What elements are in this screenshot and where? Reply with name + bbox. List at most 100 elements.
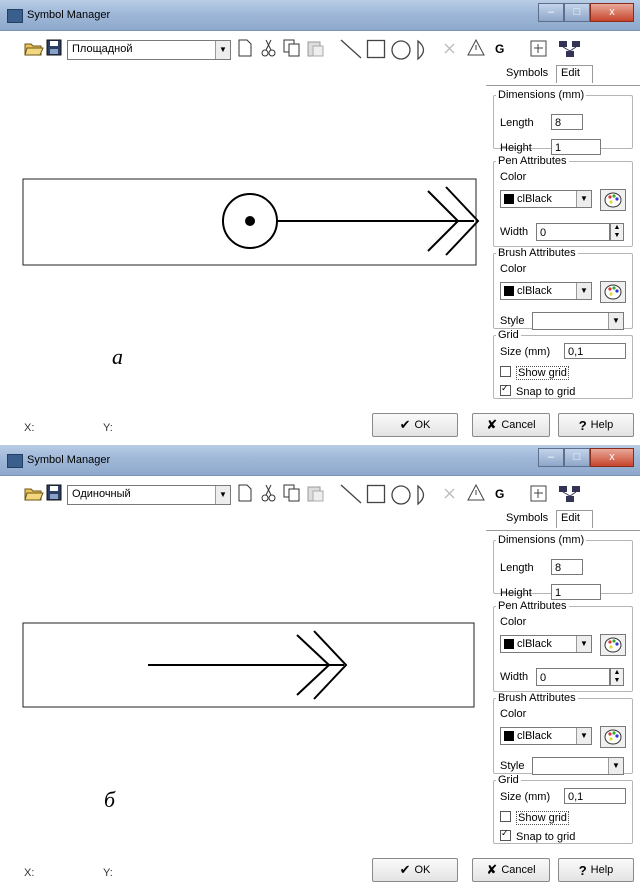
warning-triangle-icon[interactable] bbox=[467, 484, 485, 502]
height-label: Height bbox=[500, 587, 532, 599]
paste-icon[interactable] bbox=[306, 39, 324, 57]
brush-attributes-group: Brush Attributes Color clBlack ▼ Style ▼ bbox=[493, 247, 633, 330]
pen-color-select[interactable]: clBlack ▼ bbox=[500, 635, 592, 653]
brush-style-select[interactable]: ▼ bbox=[532, 757, 624, 775]
grid-size-label: Size (mm) bbox=[500, 346, 551, 358]
pen-attributes-group: Pen Attributes Color clBlack ▼ Width 0 ▲… bbox=[493, 600, 633, 692]
show-grid-box[interactable] bbox=[500, 811, 511, 822]
minimize-button[interactable]: – bbox=[538, 448, 564, 467]
pen-width-spinner[interactable]: ▲ ▼ bbox=[610, 668, 624, 686]
brush-color-value: clBlack bbox=[517, 730, 552, 742]
import-icon[interactable] bbox=[529, 39, 549, 59]
show-grid-box[interactable] bbox=[500, 366, 511, 377]
pen-width-label: Width bbox=[500, 226, 529, 238]
rectangle-tool-icon[interactable] bbox=[366, 39, 386, 59]
save-icon[interactable] bbox=[46, 484, 62, 502]
symbol-type-value: Площадной bbox=[72, 43, 133, 55]
chevron-down-icon[interactable]: ▼ bbox=[608, 758, 623, 774]
ellipse-tool-icon[interactable] bbox=[390, 39, 412, 61]
symbol-type-combo[interactable]: Одиночный ▼ bbox=[67, 485, 231, 505]
delete-icon[interactable] bbox=[443, 39, 457, 57]
chevron-down-icon[interactable]: ▼ bbox=[576, 283, 591, 299]
help-button[interactable]: ? Help bbox=[558, 413, 634, 437]
ok-button[interactable]: ✔ OK bbox=[372, 413, 458, 437]
brush-palette-button[interactable] bbox=[600, 281, 626, 303]
chevron-down-icon[interactable]: ▼ bbox=[576, 728, 591, 744]
close-button[interactable]: x bbox=[590, 3, 634, 22]
snap-to-grid-box[interactable] bbox=[500, 828, 511, 841]
pen-width-input[interactable]: 0 bbox=[536, 223, 610, 241]
grid-button[interactable]: G bbox=[495, 487, 504, 501]
pen-legend: Pen Attributes bbox=[498, 600, 567, 612]
pen-palette-button[interactable] bbox=[600, 189, 626, 211]
chevron-down-icon[interactable]: ▼ bbox=[608, 313, 623, 329]
tab-symbols[interactable]: Symbols bbox=[506, 67, 548, 79]
maximize-button[interactable]: □ bbox=[564, 3, 590, 22]
brush-color-select[interactable]: clBlack ▼ bbox=[500, 727, 592, 745]
snap-to-grid-checkbox[interactable]: Snap to grid bbox=[500, 383, 575, 398]
warning-triangle-icon[interactable] bbox=[467, 39, 485, 57]
copy-icon[interactable] bbox=[283, 484, 301, 502]
network-icon[interactable] bbox=[558, 484, 582, 504]
delete-icon[interactable] bbox=[443, 484, 457, 502]
tab-symbols[interactable]: Symbols bbox=[506, 512, 548, 524]
tab-strip: Symbols Edit bbox=[486, 508, 640, 530]
help-label: Help bbox=[590, 864, 614, 876]
ellipse-tool-icon[interactable] bbox=[390, 484, 412, 506]
height-input[interactable]: 1 bbox=[551, 584, 601, 600]
chevron-down-icon[interactable]: ▼ bbox=[215, 41, 230, 59]
maximize-button[interactable]: □ bbox=[564, 448, 590, 467]
brush-color-select[interactable]: clBlack ▼ bbox=[500, 282, 592, 300]
show-grid-checkbox[interactable]: Show grid bbox=[500, 811, 569, 825]
cancel-label: Cancel bbox=[501, 864, 536, 876]
pen-color-select[interactable]: clBlack ▼ bbox=[500, 190, 592, 208]
symbol-type-combo[interactable]: Площадной ▼ bbox=[67, 40, 231, 60]
drawing-canvas[interactable]: а bbox=[0, 63, 486, 405]
rectangle-tool-icon[interactable] bbox=[366, 484, 386, 504]
copy-icon[interactable] bbox=[283, 39, 301, 57]
cancel-button[interactable]: ✘ Cancel bbox=[472, 858, 550, 882]
brush-palette-button[interactable] bbox=[600, 726, 626, 748]
grid-size-input[interactable]: 0,1 bbox=[564, 788, 626, 804]
open-folder-icon[interactable] bbox=[24, 39, 44, 57]
open-folder-icon[interactable] bbox=[24, 484, 44, 502]
height-input[interactable]: 1 bbox=[551, 139, 601, 155]
snap-to-grid-box[interactable] bbox=[500, 383, 511, 396]
cancel-button[interactable]: ✘ Cancel bbox=[472, 413, 550, 437]
length-input[interactable]: 8 bbox=[551, 114, 583, 130]
grid-button[interactable]: G bbox=[495, 42, 504, 56]
pen-width-input[interactable]: 0 bbox=[536, 668, 610, 686]
pen-width-spinner[interactable]: ▲ ▼ bbox=[610, 223, 624, 241]
cut-icon[interactable] bbox=[261, 484, 277, 502]
arc-tool-icon[interactable] bbox=[416, 39, 430, 61]
help-button[interactable]: ? Help bbox=[558, 858, 634, 882]
dimensions-group: Dimensions (mm) Length 8 Height 1 bbox=[493, 534, 633, 600]
tab-edit[interactable]: Edit bbox=[556, 510, 593, 528]
line-tool-icon[interactable] bbox=[340, 484, 362, 504]
line-tool-icon[interactable] bbox=[340, 39, 362, 59]
arc-tool-icon[interactable] bbox=[416, 484, 430, 506]
drawing-canvas[interactable]: б bbox=[0, 508, 486, 850]
ok-button[interactable]: ✔ OK bbox=[372, 858, 458, 882]
new-document-icon[interactable] bbox=[238, 39, 252, 57]
show-grid-checkbox[interactable]: Show grid bbox=[500, 366, 569, 380]
new-document-icon[interactable] bbox=[238, 484, 252, 502]
network-icon[interactable] bbox=[558, 39, 582, 59]
paste-icon[interactable] bbox=[306, 484, 324, 502]
chevron-down-icon[interactable]: ▼ bbox=[215, 486, 230, 504]
chevron-down-icon[interactable]: ▼ bbox=[576, 191, 591, 207]
tab-edit[interactable]: Edit bbox=[556, 65, 593, 83]
brush-style-label: Style bbox=[500, 315, 525, 327]
import-icon[interactable] bbox=[529, 484, 549, 504]
caption-buttons: – □ x bbox=[538, 3, 634, 22]
save-icon[interactable] bbox=[46, 39, 62, 57]
minimize-button[interactable]: – bbox=[538, 3, 564, 22]
brush-style-select[interactable]: ▼ bbox=[532, 312, 624, 330]
snap-to-grid-checkbox[interactable]: Snap to grid bbox=[500, 828, 575, 843]
chevron-down-icon[interactable]: ▼ bbox=[576, 636, 591, 652]
length-input[interactable]: 8 bbox=[551, 559, 583, 575]
pen-palette-button[interactable] bbox=[600, 634, 626, 656]
grid-size-input[interactable]: 0,1 bbox=[564, 343, 626, 359]
close-button[interactable]: x bbox=[590, 448, 634, 467]
cut-icon[interactable] bbox=[261, 39, 277, 57]
